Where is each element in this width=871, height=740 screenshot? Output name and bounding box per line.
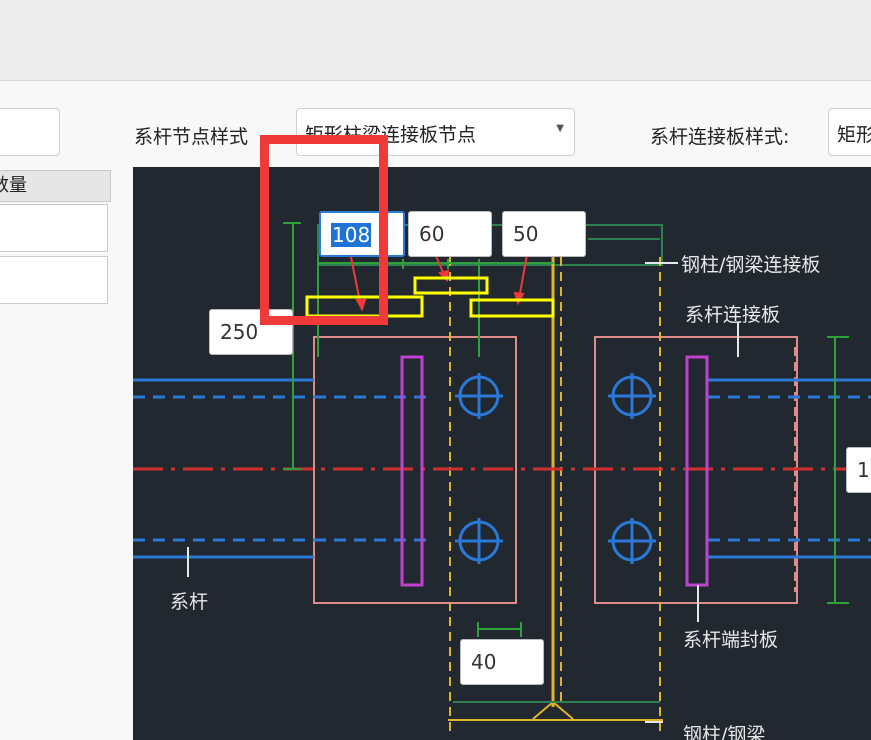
plate-offset-value: 108 (331, 223, 372, 247)
table-row[interactable] (0, 204, 108, 252)
strut-plate-style-label: 系杆连接板样式: (650, 126, 790, 148)
bolt-edge-input[interactable]: 60 (408, 211, 492, 257)
height-input[interactable]: 250 (209, 309, 293, 355)
strut-plate-style-value: 矩形 (837, 124, 871, 146)
strut-label: 系杆 (170, 591, 209, 613)
table-row[interactable] (0, 256, 108, 304)
strut-plate-style-select[interactable]: 矩形 (828, 108, 871, 156)
strut-node-style-select[interactable]: 矩形柱梁连接板节点 ▼ (296, 108, 575, 156)
quantity-header-label: 数量 (0, 175, 27, 196)
plate-edge-input[interactable]: 50 (502, 211, 586, 257)
column-beam-label: 钢柱/钢梁 (683, 724, 766, 740)
plate-offset-input[interactable]: 108 (319, 211, 405, 257)
left-strut-end-plate (400, 355, 424, 587)
right-strut-end-plate (685, 355, 709, 587)
right-dimension-input[interactable]: 160 (846, 447, 871, 493)
strut-node-style-value: 矩形柱梁连接板节点 (305, 124, 477, 146)
strut-end-plate-label: 系杆端封板 (683, 629, 779, 651)
title-bar (0, 0, 871, 81)
strut-node-style-label: 系杆节点样式 (134, 126, 249, 148)
yellow-highlight-box (469, 298, 555, 318)
chevron-down-icon: ▼ (556, 123, 564, 134)
column-beam-plate-label: 钢柱/钢梁连接板 (681, 254, 821, 276)
gap-input[interactable]: 40 (460, 639, 544, 685)
strut-plate-label: 系杆连接板 (685, 304, 781, 326)
left-input-field[interactable] (0, 108, 60, 156)
quantity-column-header: 数量 (0, 170, 111, 202)
node-diagram-canvas: 108 60 50 250 40 160 钢柱/钢梁连接板 系杆连接板 系杆 系… (133, 167, 871, 740)
